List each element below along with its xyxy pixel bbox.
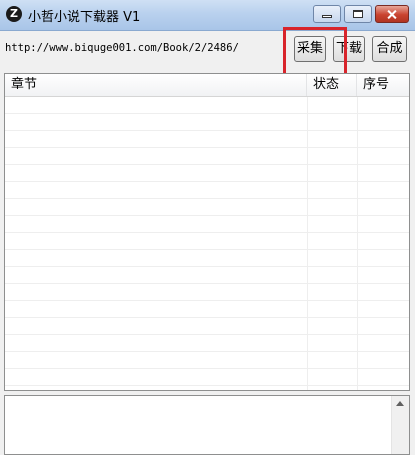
empty-row (5, 267, 409, 284)
app-logo-icon: Z (6, 6, 22, 22)
empty-row (5, 216, 409, 233)
close-button[interactable] (375, 5, 409, 23)
column-header-status[interactable]: 状态 (307, 74, 357, 96)
vertical-scrollbar[interactable] (391, 396, 409, 454)
empty-row (5, 250, 409, 267)
empty-row (5, 386, 409, 390)
empty-row (5, 335, 409, 352)
list-header: 章节 状态 序号 (5, 74, 409, 97)
empty-row (5, 148, 409, 165)
merge-button[interactable]: 合成 (372, 36, 407, 62)
scroll-up-arrow-icon[interactable] (396, 401, 404, 406)
empty-row (5, 165, 409, 182)
empty-row (5, 97, 409, 114)
list-rows (5, 97, 409, 390)
empty-row (5, 301, 409, 318)
empty-row (5, 131, 409, 148)
column-header-chapter[interactable]: 章节 (5, 74, 307, 96)
empty-row (5, 114, 409, 131)
empty-row (5, 369, 409, 386)
minimize-button[interactable] (313, 5, 341, 23)
chapter-list[interactable]: 章节 状态 序号 (4, 73, 410, 391)
maximize-button[interactable] (344, 5, 372, 23)
empty-row (5, 182, 409, 199)
empty-row (5, 199, 409, 216)
window-title: 小哲小说下载器 V1 (28, 10, 141, 25)
empty-row (5, 352, 409, 369)
column-header-index[interactable]: 序号 (357, 74, 409, 96)
url-input[interactable]: http://www.biquge001.com/Book/2/2486/ (4, 37, 286, 59)
title-bar: Z 小哲小说下载器 V1 (0, 0, 415, 31)
empty-row (5, 233, 409, 250)
empty-row (5, 284, 409, 301)
log-textarea[interactable] (4, 395, 410, 455)
empty-row (5, 318, 409, 335)
